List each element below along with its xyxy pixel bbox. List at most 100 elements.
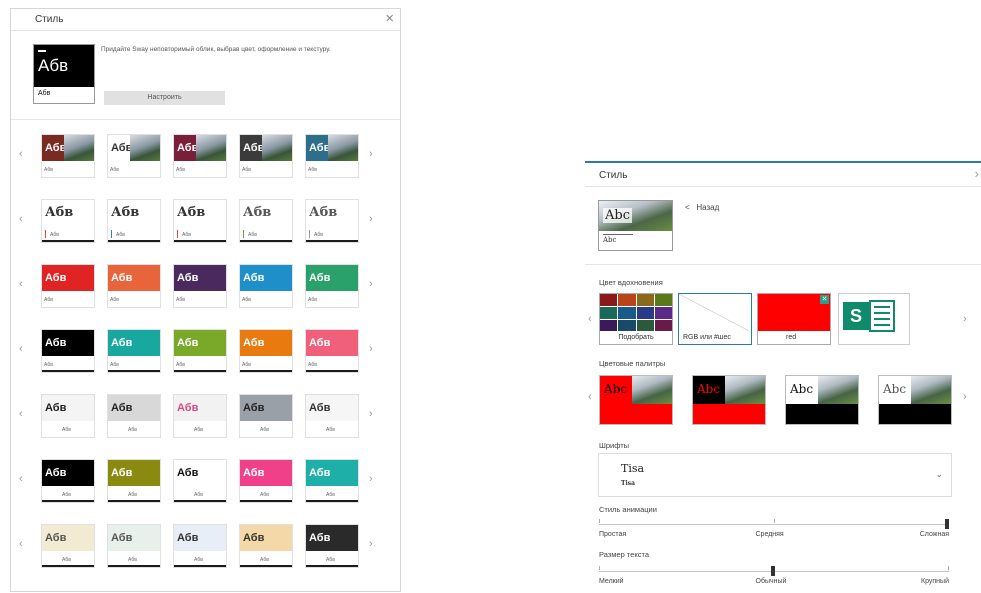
chevron-left-icon[interactable]: ‹ bbox=[19, 343, 23, 355]
style-thumbnail[interactable]: Абв Абв bbox=[239, 264, 293, 308]
chevron-left-icon[interactable]: ‹ bbox=[19, 148, 23, 160]
chevron-right-icon[interactable]: › bbox=[369, 148, 373, 160]
style-thumbnail[interactable]: Абв Абв bbox=[173, 459, 227, 503]
style-thumbnail[interactable]: Абв Абв bbox=[239, 199, 293, 243]
style-thumbnail[interactable]: Абв Абв bbox=[41, 394, 95, 438]
slider-thumb[interactable] bbox=[771, 566, 775, 576]
slider-thumb[interactable] bbox=[945, 519, 949, 529]
close-icon[interactable]: ✕ bbox=[820, 295, 829, 304]
style-thumbnail[interactable]: Абв Абв bbox=[305, 264, 359, 308]
chevron-left-icon[interactable]: ‹ bbox=[19, 213, 23, 225]
color-palette[interactable]: Abc bbox=[599, 375, 673, 425]
thumbnail-title: Абв bbox=[42, 200, 94, 226]
style-thumbnail[interactable]: Абв Абв bbox=[173, 264, 227, 308]
landscape-image bbox=[262, 135, 292, 161]
thumbnail-subtitle: Абв bbox=[128, 427, 137, 433]
style-thumbnail[interactable]: Абв Абв bbox=[239, 329, 293, 373]
chevron-right-icon[interactable]: › bbox=[963, 313, 967, 325]
chevron-right-icon[interactable]: › bbox=[369, 473, 373, 485]
style-thumbnail[interactable]: Абв Абв bbox=[41, 524, 95, 568]
style-thumbnail[interactable]: Абв Абв bbox=[107, 329, 161, 373]
color-palette[interactable]: Abc bbox=[692, 375, 766, 425]
inspiration-label: Цвет вдохновения bbox=[599, 278, 663, 287]
thumbnail-title: Абв bbox=[108, 265, 160, 291]
thumbnail-subtitle: Абв bbox=[62, 492, 71, 498]
style-thumbnail[interactable]: Абв Абв bbox=[305, 459, 359, 503]
style-thumbnail[interactable]: Абв Абв bbox=[239, 459, 293, 503]
style-thumbnail[interactable]: Абв Абв bbox=[107, 524, 161, 568]
style-thumbnail[interactable]: Абв Абв bbox=[239, 134, 293, 178]
slider-tick-label: Мелкий bbox=[599, 578, 624, 585]
color-palette[interactable]: Abc bbox=[878, 375, 952, 425]
chevron-left-icon[interactable]: ‹ bbox=[19, 473, 23, 485]
swatch-red-label: red bbox=[758, 331, 830, 344]
thumbnail-title: Абв bbox=[108, 460, 160, 486]
thumbnail-subtitle: Абв bbox=[242, 297, 251, 303]
thumbnail-subtitle: Абв bbox=[176, 362, 185, 368]
chevron-left-icon[interactable]: ‹ bbox=[19, 278, 23, 290]
chevron-left-icon[interactable]: ‹ bbox=[19, 538, 23, 550]
style-thumbnail[interactable]: Абв Абв bbox=[305, 524, 359, 568]
swatch-pick-label: Подобрать bbox=[600, 331, 672, 344]
chevron-left-icon: < bbox=[685, 203, 690, 212]
slider-tick-label: Простая bbox=[599, 531, 627, 538]
style-thumbnail[interactable]: Абв Абв bbox=[305, 199, 359, 243]
swatch-red[interactable]: ✕ red bbox=[757, 293, 831, 345]
font-sample: Tisa bbox=[621, 480, 636, 487]
style-thumbnail[interactable]: Абв Абв bbox=[305, 394, 359, 438]
style-thumbnail[interactable]: Абв Абв bbox=[305, 329, 359, 373]
style-thumbnail[interactable]: Абв Абв bbox=[41, 134, 95, 178]
style-panel-left: Стиль × Абв Абв Придайте Sway неповторим… bbox=[10, 8, 401, 592]
chevron-right-icon[interactable]: › bbox=[975, 166, 979, 181]
style-thumbnail[interactable]: Абв Абв bbox=[173, 524, 227, 568]
style-thumbnail[interactable]: Абв Абв bbox=[173, 199, 227, 243]
style-thumbnail[interactable]: Абв Абв bbox=[41, 459, 95, 503]
thumbnail-subtitle: Абв bbox=[308, 167, 317, 173]
preview-subtitle: Abc bbox=[603, 236, 617, 244]
swatch-pick[interactable]: Подобрать bbox=[599, 293, 673, 345]
style-thumbnail[interactable]: Абв Абв bbox=[107, 459, 161, 503]
color-palette[interactable]: Abc bbox=[785, 375, 859, 425]
thumbnail-subtitle: Абв bbox=[110, 362, 119, 368]
style-thumbnail[interactable]: Абв Абв bbox=[107, 199, 161, 243]
style-thumbnail[interactable]: Абв Абв bbox=[107, 134, 161, 178]
style-thumbnail[interactable]: Абв Абв bbox=[173, 394, 227, 438]
style-thumbnail[interactable]: Абв Абв bbox=[41, 199, 95, 243]
style-thumbnail[interactable]: Абв Абв bbox=[239, 394, 293, 438]
chevron-right-icon[interactable]: › bbox=[369, 343, 373, 355]
chevron-left-icon[interactable]: ‹ bbox=[19, 408, 23, 420]
chevron-left-icon[interactable]: ‹ bbox=[588, 313, 592, 325]
textsize-label: Размер текста bbox=[599, 550, 650, 559]
chevron-down-icon: ⌄ bbox=[935, 469, 943, 479]
style-thumbnail[interactable]: Абв Абв bbox=[239, 524, 293, 568]
chevron-right-icon[interactable]: › bbox=[369, 538, 373, 550]
style-thumbnail[interactable]: Абв Абв bbox=[41, 264, 95, 308]
style-thumbnail[interactable]: Абв Абв bbox=[173, 329, 227, 373]
preview-title: Abc bbox=[603, 208, 632, 223]
chevron-right-icon[interactable]: › bbox=[369, 278, 373, 290]
style-thumbnail[interactable]: Абв Абв bbox=[173, 134, 227, 178]
style-thumbnail[interactable]: Абв Абв bbox=[107, 264, 161, 308]
style-thumbnail[interactable]: Абв Абв bbox=[107, 394, 161, 438]
color-mosaic bbox=[600, 294, 672, 332]
thumbnail-title: Абв bbox=[306, 395, 358, 421]
swatch-rgb[interactable]: RGB или #шес bbox=[678, 293, 752, 345]
style-panel-right: Стиль › Abc Abc < Назад Цвет вдохновения… bbox=[585, 161, 981, 593]
thumbnail-title: Абв bbox=[42, 330, 94, 356]
chevron-right-icon[interactable]: › bbox=[369, 213, 373, 225]
close-icon[interactable]: × bbox=[385, 10, 394, 28]
style-thumbnail[interactable]: Абв Абв bbox=[41, 329, 95, 373]
chevron-right-icon[interactable]: › bbox=[369, 408, 373, 420]
back-button[interactable]: < Назад bbox=[685, 203, 719, 212]
thumbnail-subtitle: Абв bbox=[128, 557, 137, 563]
customize-button[interactable]: Настроить bbox=[104, 91, 225, 105]
chevron-left-icon[interactable]: ‹ bbox=[588, 391, 592, 403]
chevron-right-icon[interactable]: › bbox=[963, 391, 967, 403]
sway-image-swatch[interactable]: S bbox=[838, 293, 910, 345]
landscape-image bbox=[818, 376, 858, 404]
style-thumbnail[interactable]: Абв Абв bbox=[305, 134, 359, 178]
font-select[interactable]: Tisa Tisa ⌄ bbox=[598, 453, 952, 497]
thumbnail-subtitle: Абв bbox=[62, 557, 71, 563]
thumbnail-title: Абв bbox=[42, 395, 94, 421]
slider-tick-label: Средняя bbox=[755, 531, 784, 538]
